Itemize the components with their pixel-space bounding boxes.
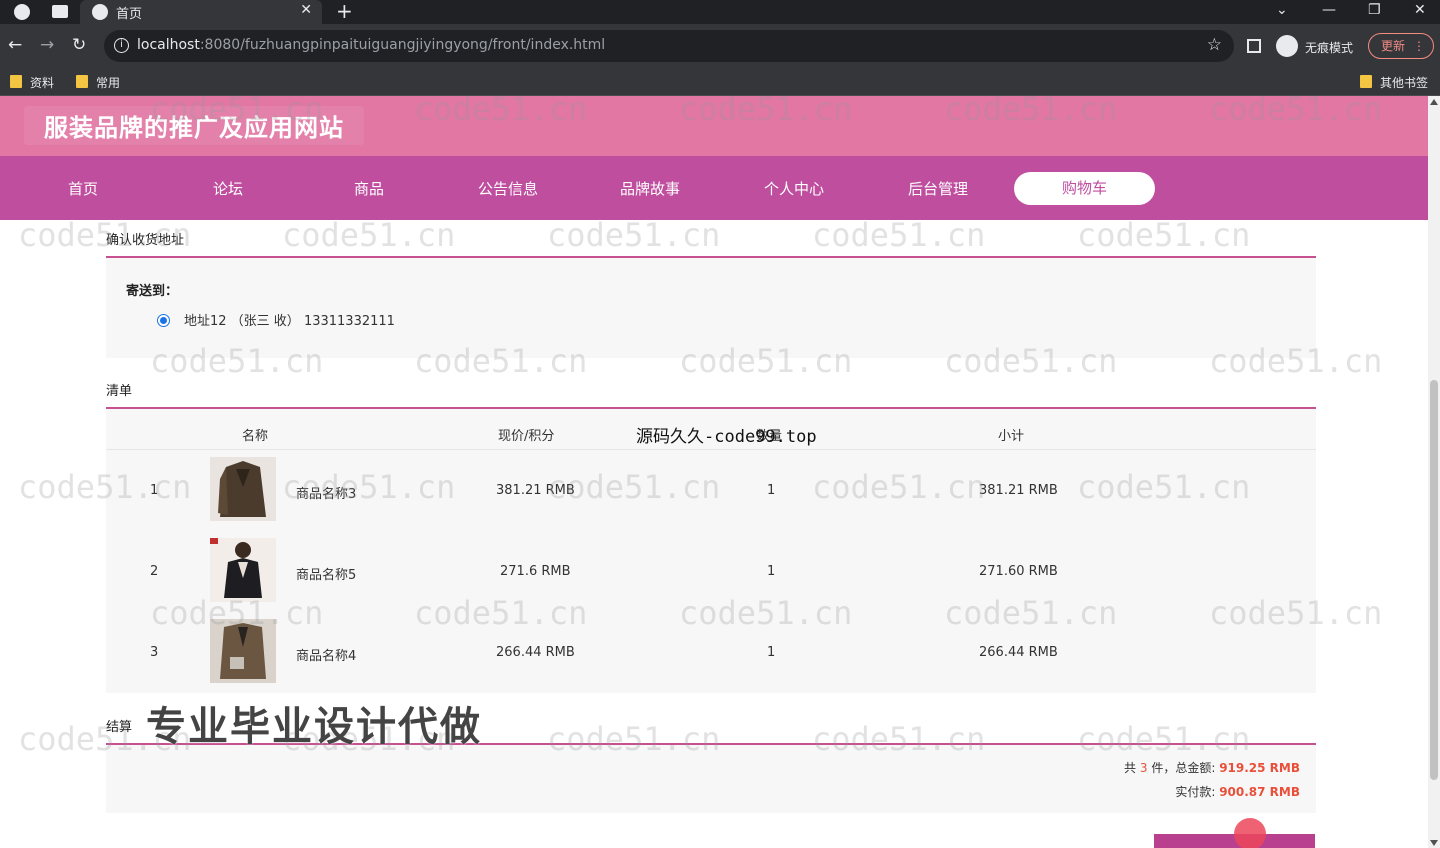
product-qty: 1 — [767, 645, 776, 660]
watermark: code51.cn — [812, 216, 986, 254]
other-bookmarks[interactable]: 其他书签 — [1360, 74, 1428, 91]
watermark: code51.cn — [547, 216, 721, 254]
product-price: 271.6 RMB — [500, 564, 571, 579]
paid-label: 实付款: — [1175, 785, 1216, 799]
nav-cart[interactable]: 购物车 — [1014, 172, 1155, 205]
promo-overlay-text: 专业毕业设计代做 — [146, 704, 482, 750]
product-price: 266.44 RMB — [496, 645, 575, 660]
incognito-label: 无痕模式 — [1305, 41, 1354, 55]
list-section-title: 清单 — [106, 384, 133, 399]
product-image[interactable] — [210, 538, 276, 602]
paid-amount: 900.87 RMB — [1219, 785, 1300, 799]
incognito-icon[interactable] — [1276, 35, 1298, 57]
table-row: 3 商品名称4 266.44 RMB 1 266.44 RMB — [106, 615, 1316, 695]
product-qty: 1 — [767, 564, 776, 579]
product-price: 381.21 RMB — [496, 483, 575, 498]
table-row: 1 商品名称3 381.21 RMB 1 381.21 RMB — [106, 453, 1316, 533]
tab-search-icon[interactable] — [52, 5, 68, 18]
minimize-icon[interactable]: — — [1322, 0, 1336, 20]
row-index: 3 — [150, 645, 159, 660]
browser-toolbar: ← → ↻ i localhost:8080/fuzhuangpinpaitui… — [0, 24, 1440, 68]
settle-panel: 共 3 件，总金额: 919.25 RMB 实付款: 900.87 RMB — [106, 745, 1316, 813]
more-icon[interactable]: ⋮ — [1413, 34, 1425, 58]
bookmarks-bar: 资料 常用 其他书签 — [0, 68, 1440, 96]
count-prefix: 共 — [1124, 761, 1137, 775]
product-qty: 1 — [767, 483, 776, 498]
product-name[interactable]: 商品名称5 — [296, 564, 356, 583]
order-total: 共 3 件，总金额: 919.25 RMB — [1124, 759, 1300, 776]
nav-admin[interactable]: 后台管理 — [908, 178, 968, 199]
tab-title: 首页 — [116, 7, 143, 22]
new-tab-icon[interactable]: + — [336, 0, 353, 22]
browser-tab[interactable]: 首页 ✕ — [80, 0, 322, 24]
scroll-up-arrow-icon[interactable] — [1430, 99, 1438, 105]
table-row: 2 商品名称5 271.6 RMB 1 271.60 RMB — [106, 534, 1316, 614]
cursor-indicator — [1234, 818, 1266, 848]
url-text[interactable]: localhost:8080/fuzhuangpinpaituiguangjiy… — [137, 37, 605, 53]
product-name[interactable]: 商品名称3 — [296, 483, 356, 502]
nav-profile[interactable]: 个人中心 — [764, 178, 824, 199]
product-image[interactable] — [210, 457, 276, 521]
row-index: 2 — [150, 564, 159, 579]
product-subtotal: 266.44 RMB — [979, 645, 1058, 660]
address-radio[interactable] — [157, 314, 170, 327]
side-panel-icon[interactable] — [1247, 39, 1261, 53]
restore-icon[interactable]: ❐ — [1368, 0, 1381, 20]
watermark: code51.cn — [282, 216, 456, 254]
settle-section-title: 结算 — [106, 720, 133, 735]
product-name[interactable]: 商品名称4 — [296, 645, 356, 664]
site-header: 服装品牌的推广及应用网站 — [0, 96, 1428, 156]
nav-brand-story[interactable]: 品牌故事 — [620, 178, 680, 199]
row-index: 1 — [150, 483, 159, 498]
tab-favicon-icon — [92, 4, 108, 20]
bookmark-star-icon[interactable]: ☆ — [1207, 35, 1222, 55]
count-suffix: 件，总金额: — [1151, 761, 1216, 775]
column-header-subtotal: 小计 — [998, 429, 1025, 444]
update-label: 更新 — [1381, 39, 1406, 53]
address-section-title: 确认收货地址 — [106, 233, 185, 248]
main-nav: 首页 论坛 商品 公告信息 品牌故事 个人中心 后台管理 购物车 — [0, 156, 1428, 220]
scroll-down-arrow-icon[interactable] — [1430, 840, 1438, 846]
total-amount: 919.25 RMB — [1219, 761, 1300, 775]
nav-home[interactable]: 首页 — [68, 178, 98, 199]
bookmark-folder[interactable]: 常用 — [76, 74, 120, 91]
bookmark-folder[interactable]: 资料 — [10, 74, 54, 91]
nav-announcements[interactable]: 公告信息 — [478, 178, 538, 199]
nav-forum[interactable]: 论坛 — [213, 178, 243, 199]
nav-products[interactable]: 商品 — [354, 178, 384, 199]
product-image[interactable] — [210, 619, 276, 683]
close-icon[interactable]: ✕ — [300, 2, 312, 18]
ship-to-label: 寄送到： — [126, 284, 179, 299]
back-icon[interactable]: ← — [8, 35, 22, 55]
address-bar[interactable]: i localhost:8080/fuzhuangpinpaituiguangj… — [104, 30, 1234, 62]
info-icon[interactable]: i — [114, 38, 129, 53]
site-title: 服装品牌的推广及应用网站 — [24, 106, 364, 145]
watermark: code51.cn — [1077, 216, 1251, 254]
column-header-name: 名称 — [242, 429, 269, 444]
address-panel: 寄送到： 地址12 （张三 收） 13311332111 — [106, 258, 1316, 358]
update-button[interactable]: 更新 ⋮ — [1368, 33, 1434, 59]
product-subtotal: 271.60 RMB — [979, 564, 1058, 579]
forward-icon[interactable]: → — [40, 35, 54, 55]
paid-total: 实付款: 900.87 RMB — [1175, 783, 1300, 800]
column-header-price: 现价/积分 — [498, 429, 555, 444]
browser-tab-bar: 首页 ✕ + ⌄ — ❐ ✕ — [0, 0, 1440, 24]
globe-icon[interactable] — [14, 4, 30, 20]
source-overlay-text: 源码久久-code99.top — [636, 427, 817, 447]
chevron-down-icon[interactable]: ⌄ — [1276, 0, 1288, 20]
address-text[interactable]: 地址12 （张三 收） 13311332111 — [184, 310, 395, 329]
divider — [106, 449, 1316, 450]
item-count: 3 — [1139, 761, 1148, 775]
scrollbar-thumb[interactable] — [1430, 380, 1438, 780]
page-content: 服装品牌的推广及应用网站 首页 论坛 商品 公告信息 品牌故事 个人中心 后台管… — [0, 96, 1428, 848]
order-table: 名称 现价/积分 数量 小计 1 商品名称3 381.21 RMB 1 381.… — [106, 409, 1316, 693]
reload-icon[interactable]: ↻ — [72, 35, 86, 55]
window-close-icon[interactable]: ✕ — [1414, 0, 1426, 20]
product-subtotal: 381.21 RMB — [979, 483, 1058, 498]
